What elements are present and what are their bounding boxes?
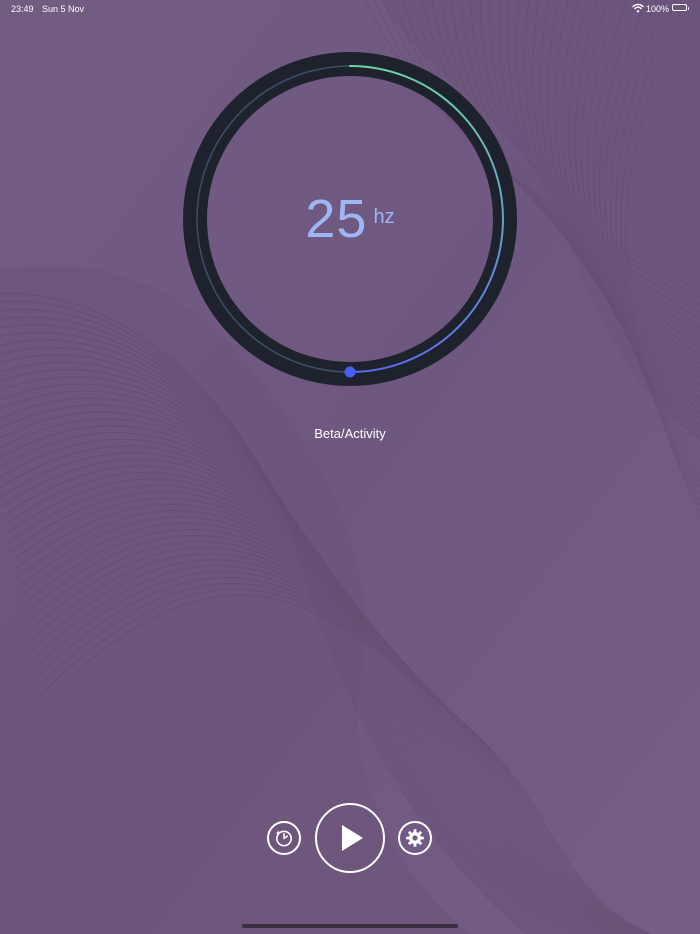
play-icon <box>342 825 363 851</box>
battery-percent: 100% <box>646 4 670 14</box>
settings-button[interactable] <box>398 821 432 855</box>
dial-knob[interactable] <box>344 366 356 378</box>
timer-icon <box>276 830 292 847</box>
playback-controls <box>0 803 700 873</box>
gear-icon <box>406 829 424 847</box>
play-button[interactable] <box>315 803 385 873</box>
status-date: Sun 5 Nov <box>42 4 85 14</box>
battery-full-icon <box>672 4 689 11</box>
home-indicator <box>242 924 458 928</box>
status-time: 23:49 <box>11 4 34 14</box>
frequency-dial[interactable]: 25 hz <box>183 52 517 386</box>
dial-progress-arc <box>349 65 504 373</box>
status-bar: 23:49 Sun 5 Nov 100% <box>0 0 700 18</box>
timer-button[interactable] <box>267 821 301 855</box>
brainwave-name: Beta/Activity <box>314 426 386 441</box>
wifi-icon <box>632 3 644 13</box>
